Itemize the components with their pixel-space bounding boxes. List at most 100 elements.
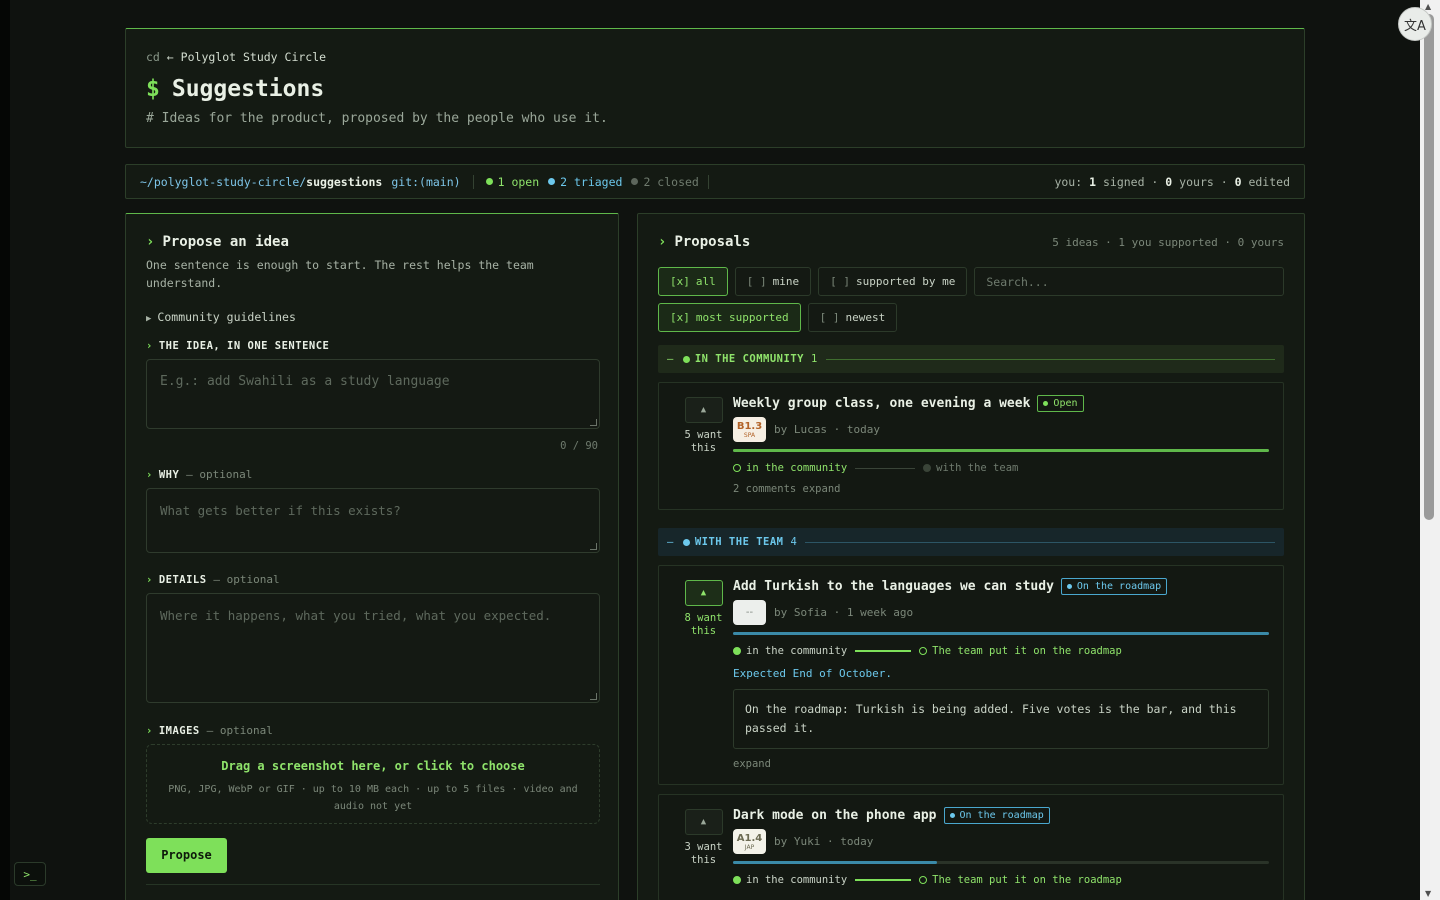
card-author: by Sofia · 1 week ago [774, 606, 914, 619]
divider [707, 174, 709, 189]
step-label: The team put it on the roadmap [932, 645, 1122, 657]
details-input[interactable]: Where it happens, what you tried, what y… [146, 593, 600, 703]
terminal-toggle-button[interactable]: >_ [14, 862, 46, 886]
sort-checkbox: [ ] [819, 311, 840, 324]
filter-all[interactable]: [x] all [658, 267, 728, 296]
card-title[interactable]: Weekly group class, one evening a week O… [733, 395, 1269, 412]
edited-label: edited [1248, 174, 1290, 189]
scrollbar-thumb[interactable] [1424, 14, 1434, 520]
yours-label: yours · [1179, 174, 1228, 189]
breadcrumb-link[interactable]: Polyglot Study Circle [181, 50, 326, 64]
group-line [805, 541, 1275, 543]
filter-mine[interactable]: [ ] mine [734, 267, 812, 296]
proposals-title: › Proposals [658, 234, 750, 250]
chevron-right-icon: › [146, 340, 153, 352]
closed-count[interactable]: 2 closed [631, 175, 699, 189]
yours-count: 0 [1165, 174, 1173, 189]
vote-count: 8 want this [684, 612, 723, 637]
status-badge: Open [1037, 395, 1084, 412]
chevron-right-icon: › [146, 574, 153, 586]
status-dot-icon [949, 813, 955, 818]
proposal-card[interactable]: ▲ 8 want this Add Turkish to the languag… [658, 565, 1284, 785]
details-label: › DETAILS — optional [146, 573, 598, 586]
card-meta: -- by Sofia · 1 week ago [733, 600, 1269, 625]
triaged-dot-icon [548, 178, 556, 185]
lifecycle-steps: in the community The team put it on the … [733, 645, 1269, 657]
support-progress-fill [733, 449, 1269, 452]
scroll-down-arrow-icon[interactable]: ▼ [1425, 889, 1431, 898]
upvote-arrow-icon: ▲ [700, 405, 707, 415]
support-progress [733, 449, 1269, 452]
status-badge-label: Open [1053, 398, 1078, 409]
details-label-text: DETAILS [158, 574, 207, 586]
ring-icon [919, 647, 928, 655]
sort-most-supported[interactable]: [x] most supported [658, 303, 801, 332]
filter-checkbox: [ ] [746, 275, 767, 288]
vote-count: 3 want this [684, 841, 723, 866]
dropzone-hint: PNG, JPG, WebP or GIF · up to 10 MB each… [168, 784, 578, 812]
level-badge: B1.3 SPA [733, 417, 766, 442]
step-label: with the team [936, 462, 1019, 474]
image-dropzone[interactable]: Drag a screenshot here, or click to choo… [146, 744, 600, 824]
open-count[interactable]: 1 open [485, 174, 540, 189]
step-community: in the community [733, 645, 847, 657]
proposal-card[interactable]: ▲ 3 want this Dark mode on the phone app… [658, 794, 1284, 900]
group-line [825, 358, 1275, 360]
sort-newest[interactable]: [ ] newest [807, 303, 898, 332]
page-scrollbar[interactable]: ▲ ▼ [1420, 0, 1440, 900]
card-title[interactable]: Add Turkish to the languages we can stud… [733, 578, 1269, 595]
upvote-arrow-icon: ▲ [700, 588, 707, 598]
translate-button[interactable]: 文A [1398, 7, 1432, 41]
why-optional: — optional [186, 468, 253, 481]
why-input[interactable]: What gets better if this exists? [146, 488, 600, 553]
card-title[interactable]: Dark mode on the phone app On the roadma… [733, 807, 1269, 824]
step-team: The team put it on the roadmap [919, 874, 1122, 886]
triangle-right-icon: ▶ [146, 314, 152, 324]
guidelines-toggle[interactable]: ▶ Community guidelines [146, 310, 598, 324]
card-title-text: Weekly group class, one evening a week [733, 396, 1031, 411]
comments-expand[interactable]: 2 comments expand [733, 483, 1269, 495]
vote-column: ▲ 5 want this [673, 395, 734, 495]
group-header-team: — WITH THE TEAM 4 [658, 528, 1284, 556]
ring-icon [919, 876, 928, 884]
user-stats-prefix: you: [1054, 174, 1083, 189]
support-progress [733, 861, 1269, 864]
vote-column: ▲ 8 want this [673, 578, 734, 770]
ring-icon [923, 464, 932, 472]
triaged-count[interactable]: 2 triaged [548, 175, 622, 189]
step-community: in the community [733, 874, 847, 886]
status-badge: On the roadmap [943, 807, 1050, 824]
level-language: SPA [743, 431, 756, 439]
upvote-button[interactable]: ▲ [684, 809, 723, 835]
search-input[interactable]: Search... [974, 267, 1284, 296]
idea-input[interactable]: E.g.: add Swahili as a study language [146, 359, 600, 429]
page-title-text: Suggestions [171, 76, 325, 102]
filter-supported[interactable]: [ ] supported by me [818, 267, 968, 296]
upvote-button[interactable]: ▲ [684, 580, 723, 606]
upvote-button[interactable]: ▲ [684, 397, 723, 423]
step-connector [855, 879, 912, 881]
step-connector [855, 467, 916, 469]
propose-button[interactable]: Propose [146, 838, 227, 873]
lifecycle-steps: in the community The team put it on the … [733, 874, 1269, 886]
propose-title: › Propose an idea [146, 234, 598, 250]
proposal-card[interactable]: ▲ 5 want this Weekly group class, one ev… [658, 382, 1284, 510]
images-label-text: IMAGES [158, 725, 200, 737]
group-label: WITH THE TEAM [694, 536, 784, 548]
status-badge: On the roadmap [1060, 578, 1168, 595]
scroll-up-arrow-icon[interactable]: ▲ [1425, 2, 1431, 11]
group-dash: — [667, 536, 674, 548]
propose-hint: One sentence is enough to start. The res… [146, 258, 534, 290]
open-dot-icon [485, 178, 493, 185]
step-connector [855, 650, 912, 652]
breadcrumb[interactable]: cd ← Polyglot Study Circle [146, 50, 1284, 64]
card-body: Add Turkish to the languages we can stud… [733, 578, 1269, 770]
ring-icon [733, 876, 741, 884]
open-count-label: 1 open [497, 174, 540, 189]
filter-checkbox: [x] [670, 275, 690, 288]
expand-link[interactable]: expand [733, 758, 1269, 770]
sort-row: [x] most supported [ ] newest [658, 303, 1284, 332]
signed-count: 1 [1089, 174, 1097, 189]
triaged-count-label: 2 triaged [560, 174, 623, 189]
status-dot-icon [1043, 401, 1049, 406]
